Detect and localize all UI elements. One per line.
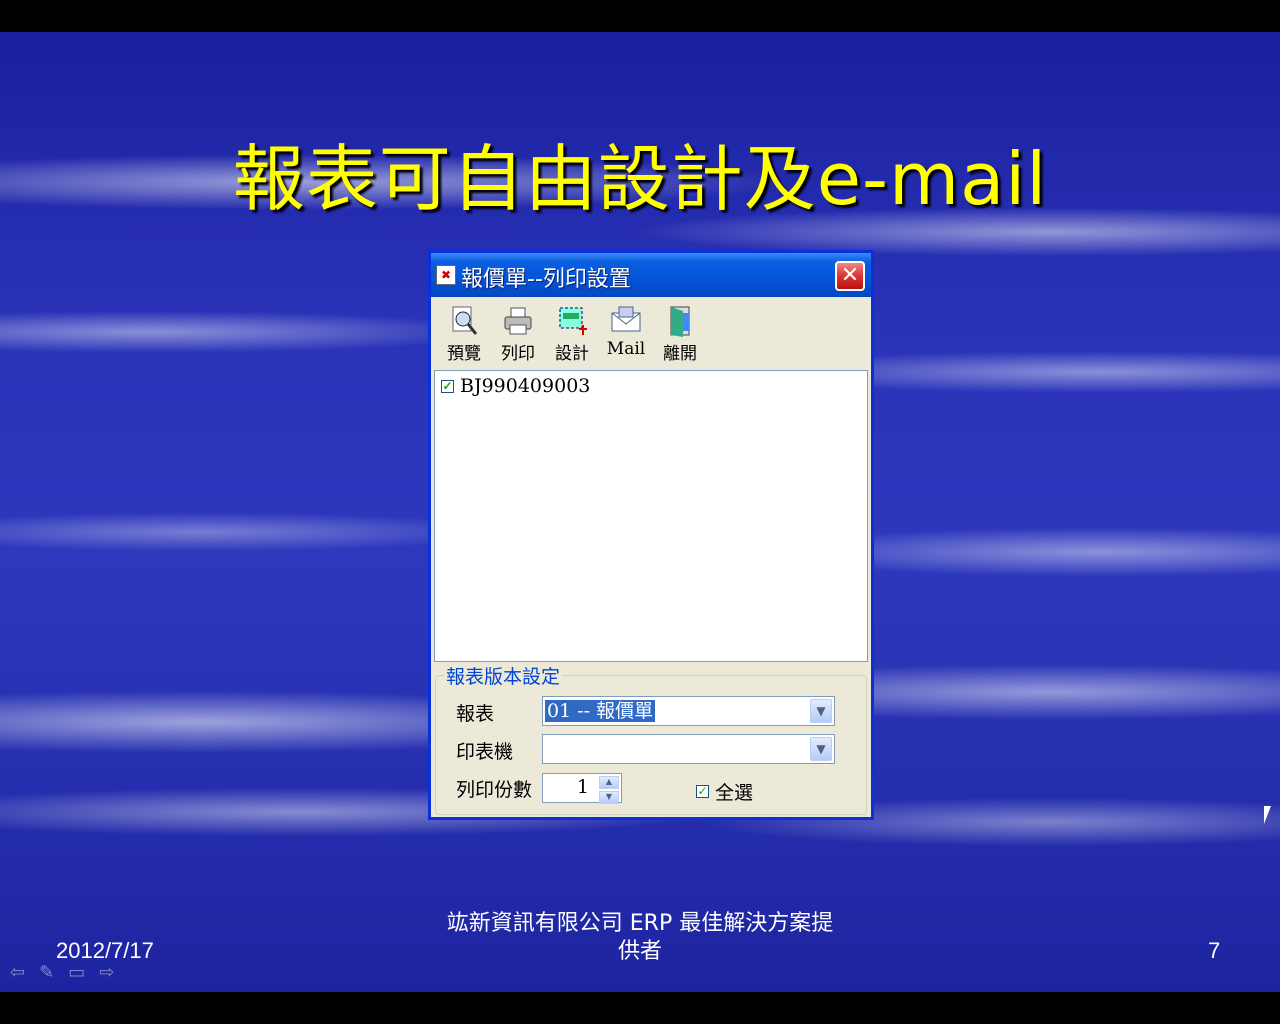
- close-button[interactable]: ✕: [835, 261, 865, 291]
- design-icon: [557, 305, 587, 337]
- report-select-value: 01 -- 報價單: [545, 700, 656, 722]
- print-label: 列印: [501, 344, 535, 364]
- chevron-down-icon[interactable]: ▼: [810, 737, 832, 761]
- group-title: 報表版本設定: [444, 662, 563, 689]
- select-all-label: 全選: [715, 782, 754, 804]
- pen-icon[interactable]: ✎: [39, 962, 54, 983]
- slide-background: 報表可自由設計及e-mail ✖ 報價單--列印設置 ✕ 預覽 列印 設計 Ma…: [0, 32, 1280, 992]
- printer-label: 印表機: [456, 741, 514, 763]
- copies-label: 列印份數: [456, 779, 533, 801]
- report-select[interactable]: 01 -- 報價單 ▼: [542, 696, 835, 726]
- dialog-titlebar[interactable]: ✖ 報價單--列印設置 ✕: [431, 253, 871, 297]
- list-item[interactable]: ✓ BJ990409003: [441, 375, 590, 397]
- stepper-down-icon[interactable]: ▼: [599, 791, 619, 804]
- printer-icon: [503, 305, 533, 337]
- exit-button[interactable]: 離開: [655, 305, 705, 367]
- slide-title: 報表可自由設計及e-mail: [232, 137, 1048, 221]
- stepper-up-icon[interactable]: ▲: [599, 776, 619, 789]
- menu-icon[interactable]: ▭: [68, 962, 85, 983]
- design-label: 設計: [555, 344, 589, 364]
- mail-label: Mail: [606, 339, 646, 359]
- preview-button[interactable]: 預覽: [439, 305, 489, 367]
- mouse-cursor-icon: [1264, 806, 1271, 824]
- copies-value: 1: [576, 776, 589, 798]
- dialog-title: 報價單--列印設置: [461, 267, 631, 292]
- exit-label: 離開: [663, 344, 697, 364]
- printer-select[interactable]: ▼: [542, 734, 835, 764]
- slideshow-nav: ⇦ ✎ ▭ ⇨: [10, 962, 114, 983]
- checkbox-icon[interactable]: ✓: [696, 785, 709, 798]
- report-version-group: 報表版本設定 報表 01 -- 報價單 ▼ 印表機 ▼ 列印份數 1 ▲ ▼ ✓: [435, 662, 867, 815]
- page-number: 7: [1208, 938, 1221, 963]
- mail-icon: [611, 305, 641, 337]
- preview-label: 預覽: [447, 344, 481, 364]
- dialog-toolbar: 預覽 列印 設計 Mail 離開: [439, 305, 705, 367]
- app-icon: ✖: [436, 265, 456, 285]
- footer-date: 2012/7/17: [56, 938, 154, 963]
- chevron-down-icon[interactable]: ▼: [810, 699, 832, 723]
- select-all-checkbox[interactable]: ✓ 全選: [696, 778, 753, 805]
- list-item-label: BJ990409003: [460, 375, 591, 397]
- preview-icon: [449, 305, 479, 337]
- next-arrow-icon[interactable]: ⇨: [99, 962, 114, 983]
- report-label: 報表: [456, 703, 495, 725]
- copies-stepper[interactable]: 1 ▲ ▼: [542, 773, 622, 804]
- prev-arrow-icon[interactable]: ⇦: [10, 962, 25, 983]
- exit-door-icon: [665, 305, 695, 337]
- design-button[interactable]: 設計: [547, 305, 597, 367]
- mail-button[interactable]: Mail: [601, 305, 651, 367]
- document-list[interactable]: ✓ BJ990409003: [434, 370, 868, 662]
- print-button[interactable]: 列印: [493, 305, 543, 367]
- list-item-checkbox[interactable]: ✓: [441, 379, 454, 393]
- stepper-buttons: ▲ ▼: [599, 776, 619, 804]
- print-settings-dialog: ✖ 報價單--列印設置 ✕ 預覽 列印 設計 Mail 離開 ✓ BJ99040…: [428, 250, 874, 820]
- footer-company: 竑新資訊有限公司 ERP 最佳解決方案提供者: [446, 911, 834, 964]
